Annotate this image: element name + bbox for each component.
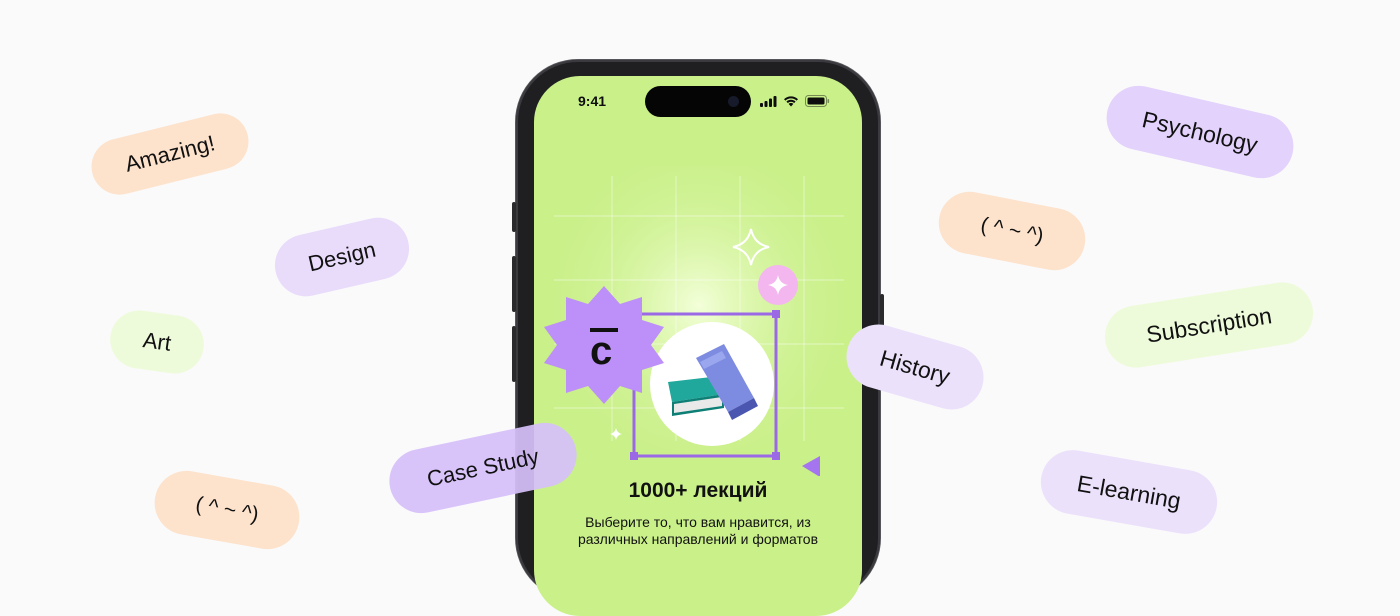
phone-volume-down bbox=[512, 326, 516, 382]
screen-title: 1000+ лекций bbox=[628, 479, 768, 502]
tag-amazing: Amazing! bbox=[85, 107, 255, 201]
subtitle-line-1: Выберите то, что вам нравится, из bbox=[585, 514, 811, 530]
dynamic-island bbox=[645, 86, 751, 117]
signal-icon bbox=[760, 95, 777, 107]
phone-side-button bbox=[512, 202, 516, 232]
tag-kaomoji-right: ( ^ ~ ^) bbox=[933, 186, 1091, 276]
status-time: 9:41 bbox=[578, 93, 607, 109]
tag-design: Design bbox=[268, 211, 416, 303]
tag-psychology: Psychology bbox=[1100, 79, 1300, 185]
status-icons bbox=[760, 95, 830, 107]
wifi-icon bbox=[784, 96, 798, 107]
tag-kaomoji-left: ( ^ ~ ^) bbox=[149, 465, 305, 555]
tag-art: Art bbox=[106, 306, 208, 378]
camera-icon bbox=[728, 96, 739, 107]
tag-elearning: E-learning bbox=[1035, 445, 1223, 539]
hero-graphic bbox=[544, 166, 844, 477]
subtitle-line-2: различных направлений и форматов bbox=[577, 531, 819, 547]
hero-illustration: с bbox=[534, 136, 862, 477]
screen-subtitle: Выберите то, что вам нравится, из различ… bbox=[558, 514, 838, 548]
logo-letter: с bbox=[590, 329, 613, 373]
battery-icon bbox=[805, 95, 830, 107]
tag-subscription: Subscription bbox=[1100, 277, 1318, 373]
phone-mockup: 9:41 с 1000+ лекций Выберите то, что вам… bbox=[512, 60, 884, 616]
phone-screen: 9:41 с 1000+ лекций Выберите то, что вам… bbox=[534, 76, 862, 616]
phone-volume-up bbox=[512, 256, 516, 312]
